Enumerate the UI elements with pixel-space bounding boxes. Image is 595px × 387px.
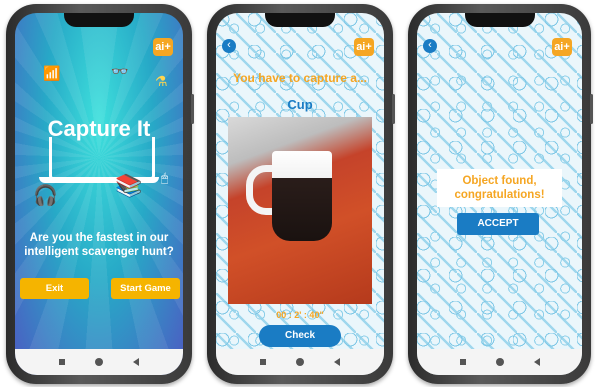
camera-preview [228, 117, 372, 304]
check-button[interactable]: Check [259, 325, 341, 347]
android-nav-bar [216, 349, 384, 375]
back-icon[interactable] [533, 358, 540, 366]
home-icon[interactable] [95, 358, 103, 366]
phone-1: ai+ 📶 👓 ⚗ Capture It 🎧 📚 🖱 Are you the f… [6, 4, 194, 384]
side-button [590, 94, 593, 124]
camera-notch [265, 13, 335, 27]
home-icon[interactable] [495, 358, 504, 366]
ai-logo: ai+ [153, 38, 173, 56]
exit-button[interactable]: Exit [20, 278, 89, 299]
mouse-icon: 🖱 [161, 171, 169, 185]
success-message: Object found, congratulations! [437, 169, 562, 207]
result-screen: ‹ ai+ Object found, congratulations! ACC… [417, 13, 582, 375]
ai-logo: ai+ [354, 38, 374, 56]
accept-button[interactable]: ACCEPT [457, 213, 539, 235]
recents-icon[interactable] [59, 359, 65, 365]
countdown-timer: 00 : 2' : 40" [276, 310, 324, 320]
back-icon[interactable] [334, 358, 340, 366]
capture-screen: ‹ ai+ You have to capture a... Cup 00 : … [216, 13, 384, 375]
side-button [392, 94, 395, 124]
android-nav-bar [417, 349, 582, 375]
camera-notch [464, 13, 535, 27]
home-icon[interactable] [296, 358, 304, 366]
wifi-icon: 📶 [43, 65, 61, 81]
flask-icon: ⚗ [155, 73, 168, 89]
start-screen: ai+ 📶 👓 ⚗ Capture It 🎧 📚 🖱 Are you the f… [15, 13, 183, 375]
capture-prompt: You have to capture a... [233, 71, 367, 85]
start-game-button[interactable]: Start Game [111, 278, 180, 299]
android-nav-bar [15, 349, 183, 375]
glasses-icon: 👓 [111, 63, 129, 79]
camera-notch [64, 13, 134, 27]
back-icon[interactable] [133, 358, 139, 366]
recents-icon[interactable] [260, 359, 266, 365]
phone-3: ‹ ai+ Object found, congratulations! ACC… [408, 4, 593, 384]
ai-logo: ai+ [552, 38, 572, 56]
recents-icon[interactable] [459, 359, 466, 365]
intro-question: Are you the fastest in our intelligent s… [24, 232, 174, 258]
back-button[interactable]: ‹ [222, 39, 236, 53]
target-object-label: Cup [287, 97, 313, 112]
cup-photo [272, 151, 332, 241]
side-button [191, 94, 194, 124]
back-button[interactable]: ‹ [423, 39, 437, 53]
phone-2: ‹ ai+ You have to capture a... Cup 00 : … [207, 4, 395, 384]
books-icon: 📚 [115, 173, 143, 198]
headphones-icon: 🎧 [33, 185, 58, 207]
